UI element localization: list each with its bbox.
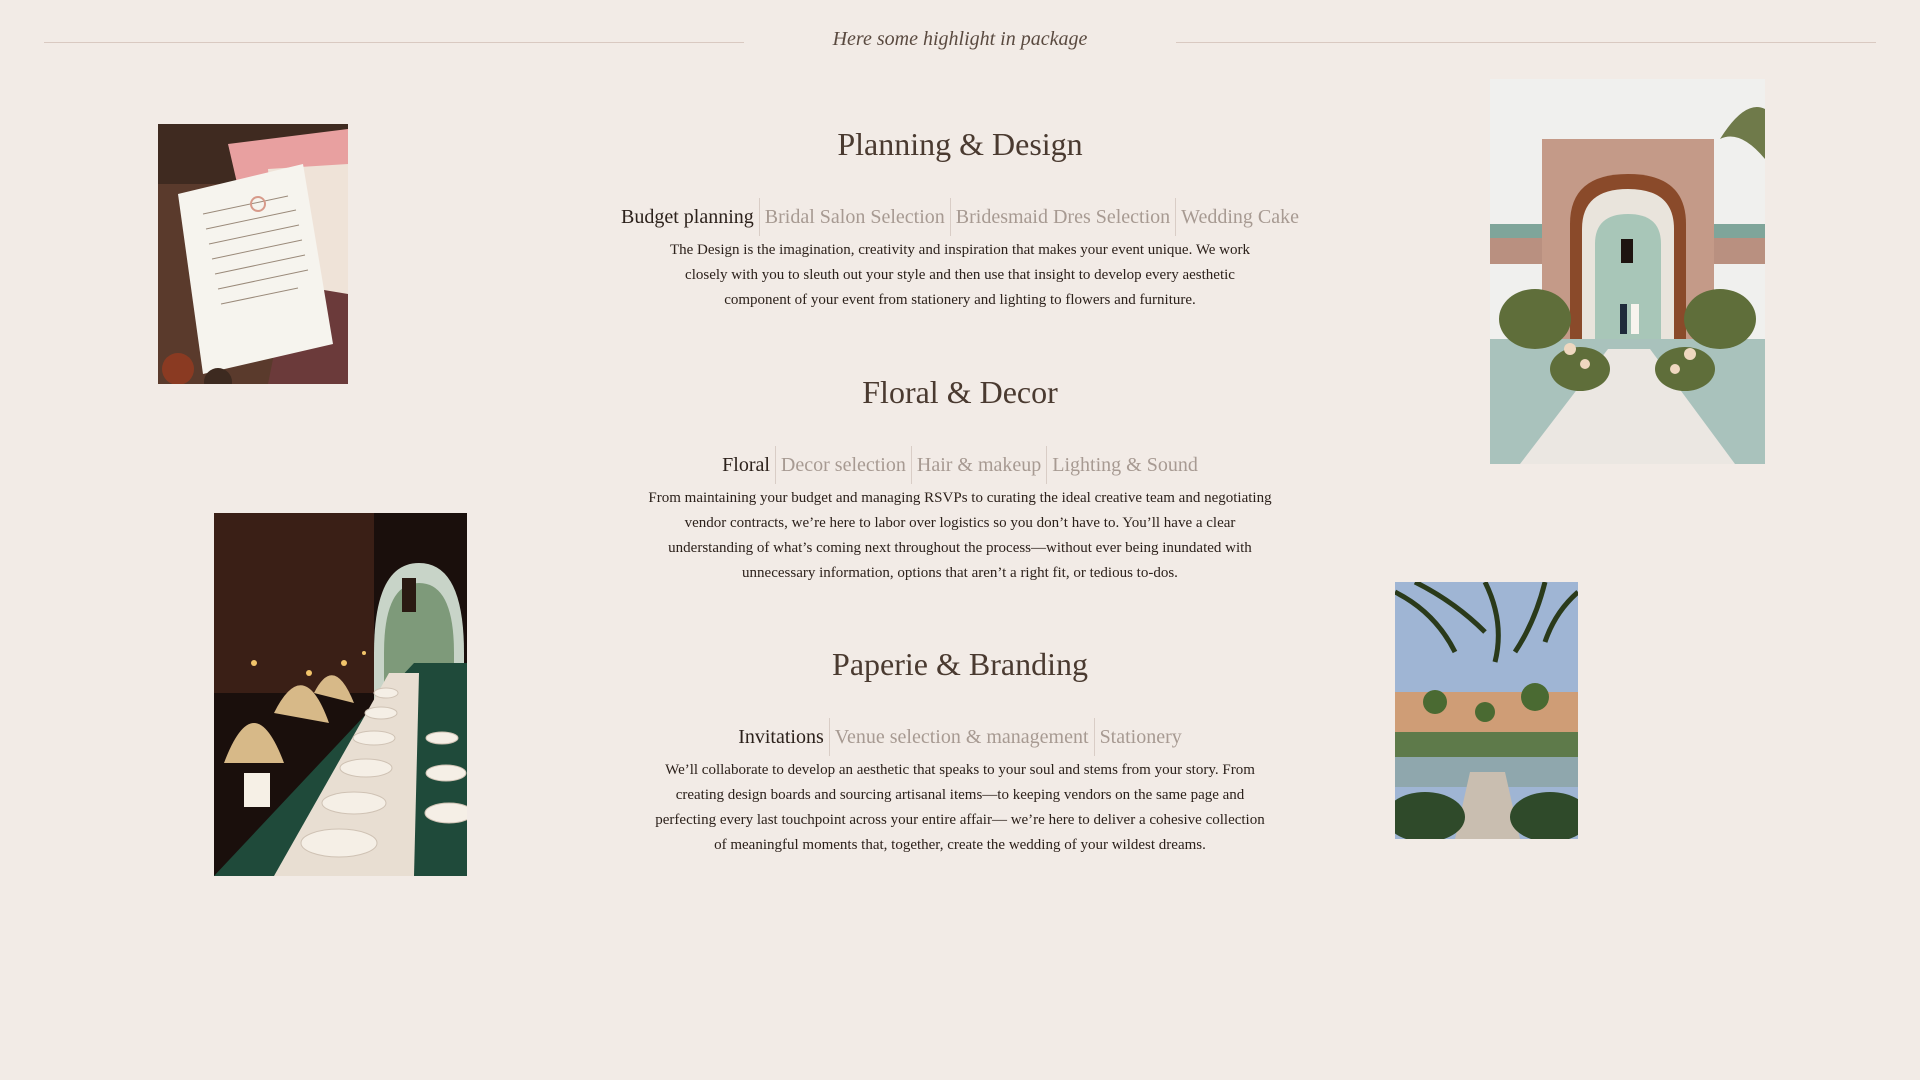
section-title: Paperie & Branding bbox=[832, 646, 1088, 682]
invitation-stationery-photo bbox=[158, 124, 348, 384]
tab-list: Budget planning Bridal Salon Selection B… bbox=[560, 198, 1360, 236]
section-kicker: Here some highlight in package bbox=[832, 28, 1088, 50]
tab-budget-planning[interactable]: Budget planning bbox=[616, 198, 759, 236]
tab-wedding-cake[interactable]: Wedding Cake bbox=[1175, 198, 1304, 236]
tab-list: Floral Decor selection Hair & makeup Lig… bbox=[560, 446, 1360, 484]
section-description: The Design is the imagination, creativit… bbox=[669, 242, 1251, 308]
tab-bridesmaid-dres-selection[interactable]: Bridesmaid Dres Selection bbox=[949, 198, 1175, 236]
tab-floral[interactable]: Floral bbox=[717, 446, 775, 484]
tab-invitations[interactable]: Invitations bbox=[733, 718, 829, 756]
tab-stationery[interactable]: Stationery bbox=[1093, 718, 1187, 756]
ceremony-arch-photo bbox=[1490, 79, 1765, 464]
tab-hair-makeup[interactable]: Hair & makeup bbox=[910, 446, 1046, 484]
section-paperie-branding: Paperie & Branding Invitations Venue sel… bbox=[560, 644, 1360, 858]
section-planning-design: Planning & Design Budget planning Bridal… bbox=[560, 124, 1360, 313]
table-setting-photo bbox=[214, 513, 467, 876]
tab-decor-selection[interactable]: Decor selection bbox=[774, 446, 911, 484]
section-title: Floral & Decor bbox=[862, 374, 1058, 410]
section-title: Planning & Design bbox=[837, 126, 1083, 162]
tab-lighting-sound[interactable]: Lighting & Sound bbox=[1046, 446, 1203, 484]
section-description: We’ll collaborate to develop an aestheti… bbox=[655, 762, 1265, 853]
tab-list: Invitations Venue selection & management… bbox=[560, 718, 1360, 756]
tab-bridal-salon-selection[interactable]: Bridal Salon Selection bbox=[758, 198, 950, 236]
tab-venue-selection-management[interactable]: Venue selection & management bbox=[828, 718, 1094, 756]
garden-palms-photo bbox=[1395, 582, 1578, 839]
section-floral-decor: Floral & Decor Floral Decor selection Ha… bbox=[560, 372, 1360, 586]
section-description: From maintaining your budget and managin… bbox=[648, 490, 1272, 581]
